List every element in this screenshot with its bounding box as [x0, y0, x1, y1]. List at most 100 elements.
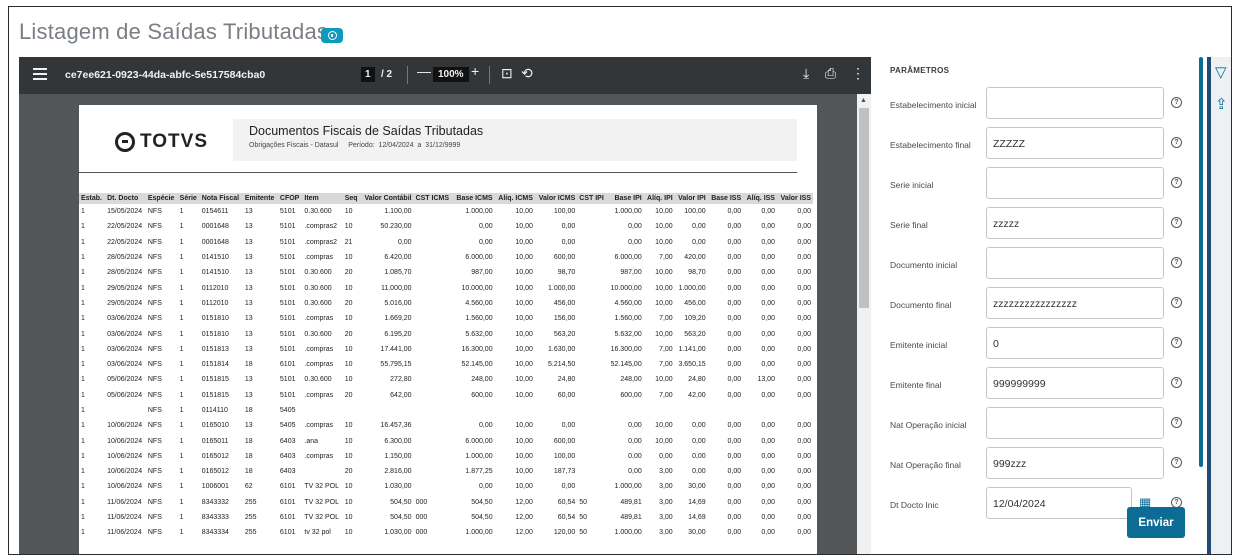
table-cell: 05/06/2024 — [107, 376, 143, 384]
print-icon[interactable]: ⎙ — [825, 65, 836, 82]
table-cell: .compras — [304, 345, 334, 353]
table-cell — [577, 449, 607, 464]
zoom-out-icon[interactable]: — — [417, 63, 431, 79]
submit-button[interactable]: Enviar — [1127, 507, 1185, 538]
table-cell — [577, 311, 607, 326]
table-cell: 14,69 — [688, 498, 706, 506]
table-cell: 6.420,00 — [384, 254, 412, 262]
help-icon[interactable]: ? — [1171, 297, 1182, 308]
help-icon[interactable]: ? — [1171, 457, 1182, 468]
pdf-toolbar: ce7ee621-0923-44da-abfc-5e517584cba0 1 /… — [19, 57, 871, 94]
column-header: Série — [177, 193, 200, 204]
more-options-icon[interactable]: ⋮ — [851, 65, 865, 82]
table-cell — [414, 219, 453, 234]
table-cell: 55.795,15 — [380, 361, 412, 369]
table-cell: 24,80 — [557, 376, 576, 384]
parameter-input[interactable]: 0 — [986, 327, 1164, 359]
parameter-input[interactable] — [986, 87, 1164, 119]
table-cell — [577, 433, 607, 448]
table-cell: 0165012 — [201, 452, 229, 460]
help-icon[interactable]: ? — [1171, 257, 1182, 268]
upload-icon[interactable]: ⇪ — [1215, 95, 1228, 113]
fit-page-icon[interactable]: ⊡ — [501, 65, 513, 82]
table-cell: 248,00 — [620, 376, 642, 384]
parameter-row: Serie inicial? — [873, 167, 1203, 207]
table-cell: 60,54 — [557, 498, 576, 506]
info-icon[interactable] — [321, 28, 343, 43]
table-cell: 5101 — [279, 208, 296, 216]
table-cell: 5101 — [279, 299, 296, 307]
table-cell: 1 — [81, 345, 85, 353]
scrollbar-thumb[interactable] — [859, 108, 869, 308]
parameters-scrollbar[interactable] — [1199, 57, 1203, 467]
help-icon[interactable]: ? — [1171, 377, 1182, 388]
parameter-input[interactable]: zzzzz — [986, 207, 1164, 239]
help-icon[interactable]: ? — [1171, 137, 1182, 148]
parameter-input[interactable]: zzzzzzzzzzzzzzzz — [986, 287, 1164, 319]
table-cell: 6403 — [279, 452, 296, 460]
table-cell: 10,00 — [655, 223, 673, 231]
table-cell: 1.000,00 — [614, 529, 642, 537]
table-cell: .ana — [304, 437, 318, 445]
parameter-row: Documento final zzzzzzzzzzzzzzzz? — [873, 287, 1203, 327]
rotate-icon[interactable]: ⟲ — [521, 65, 533, 82]
table-cell: 1 — [81, 514, 85, 522]
table-cell: 3,00 — [659, 529, 673, 537]
table-cell: 0,00 — [761, 345, 775, 353]
table-cell: 11/06/2024 — [107, 514, 142, 522]
table-cell: 187,73 — [553, 468, 576, 476]
help-icon[interactable]: ? — [1171, 337, 1182, 348]
table-cell: NFS — [147, 468, 162, 476]
parameter-input[interactable] — [986, 407, 1164, 439]
table-cell: 0.30.600 — [304, 208, 332, 216]
table-cell: 10,00 — [515, 376, 533, 384]
table-cell: 1 — [179, 223, 184, 231]
table-cell: 0,00 — [761, 498, 775, 506]
table-cell: 5.632,00 — [465, 330, 493, 338]
table-cell — [414, 235, 453, 250]
table-cell: 1 — [81, 208, 85, 216]
help-icon[interactable]: ? — [1171, 217, 1182, 228]
table-cell: 0,00 — [561, 422, 576, 430]
table-cell: NFS — [147, 529, 162, 537]
table-cell: 10.000,00 — [461, 284, 493, 292]
table-cell: 18 — [244, 407, 253, 414]
help-icon[interactable]: ? — [1171, 97, 1182, 108]
page-number-input[interactable]: 1 — [361, 67, 375, 82]
table-cell: 0141510 — [201, 254, 229, 262]
table-cell: 50 — [579, 529, 588, 537]
table-cell: 10 — [344, 514, 353, 522]
pdf-scrollbar[interactable]: ▲ — [857, 94, 871, 554]
download-icon[interactable]: ⤓ — [803, 65, 809, 82]
filter-icon[interactable]: ▽ — [1215, 63, 1227, 81]
table-cell: 5101 — [279, 223, 296, 231]
help-icon[interactable]: ? — [1171, 177, 1182, 188]
column-header: Base ICMS — [452, 193, 495, 204]
parameter-input[interactable]: 999999999 — [986, 367, 1164, 399]
table-cell: 0,00 — [797, 437, 811, 445]
table-cell — [577, 204, 607, 219]
menu-icon[interactable] — [33, 68, 47, 80]
scroll-up-icon[interactable]: ▲ — [860, 97, 867, 104]
table-header-row: Estab. Dt. Docto Espécie Série Nota Fiscal Em… — [79, 193, 813, 204]
table-row: 1 05/06/2024 NFS 1 0151815 13 5101 0.30.600 10 27… — [79, 372, 813, 387]
table-cell: 10,00 — [515, 345, 533, 353]
parameter-input[interactable]: ZZZZZ — [986, 127, 1164, 159]
table-cell: 1 — [179, 452, 184, 460]
column-header: Alíq. IPI — [643, 193, 675, 204]
table-cell: 10,00 — [655, 376, 673, 384]
table-cell: 10,00 — [515, 391, 533, 399]
table-cell: 20 — [344, 468, 353, 476]
table-cell: 0,00 — [761, 269, 775, 277]
parameter-input[interactable] — [986, 167, 1164, 199]
zoom-level-input[interactable]: 100% — [433, 67, 469, 82]
table-cell: 10 — [344, 284, 353, 292]
parameter-input[interactable]: 999zzz — [986, 447, 1164, 479]
side-toolbar: ▽ ⇪ — [1211, 57, 1231, 554]
zoom-in-icon[interactable]: + — [471, 63, 479, 79]
parameter-input[interactable] — [986, 247, 1164, 279]
parameter-input[interactable]: 12/04/2024 — [986, 487, 1132, 519]
table-cell: 1 — [81, 223, 85, 231]
help-icon[interactable]: ? — [1171, 417, 1182, 428]
column-header: Base IPI — [607, 193, 644, 204]
